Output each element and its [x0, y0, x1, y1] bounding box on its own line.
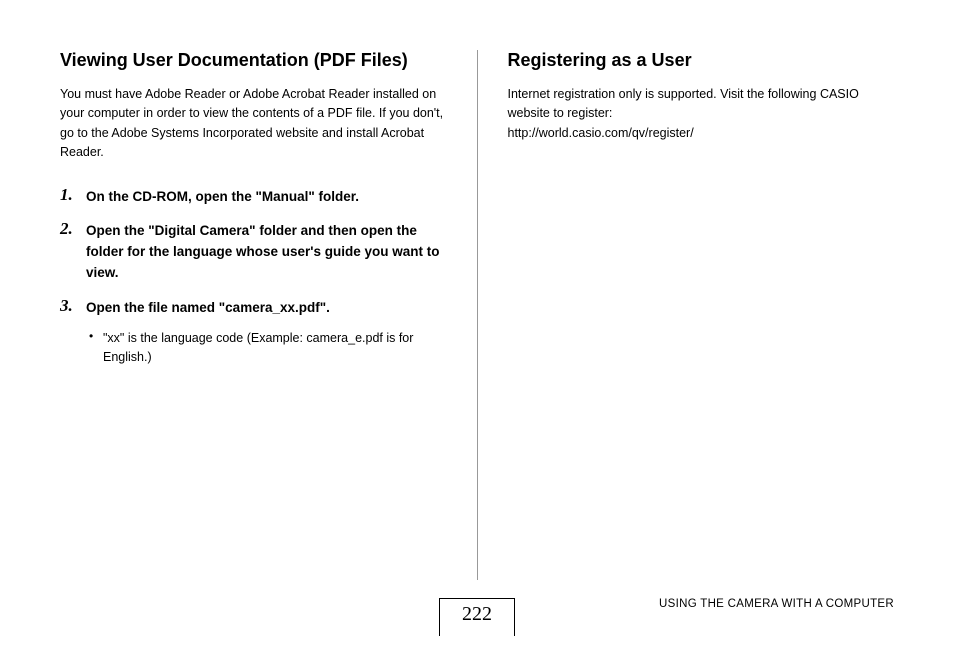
page-number: 222 — [462, 603, 492, 625]
step-number: 2. — [60, 219, 73, 239]
right-intro: Internet registration only is supported.… — [508, 85, 895, 143]
page-number-box: 222 — [439, 598, 515, 636]
page-footer: 222 USING THE CAMERA WITH A COMPUTER — [0, 596, 954, 636]
sub-bullet-text: "xx" is the language code (Example: came… — [103, 331, 413, 364]
footer-section: USING THE CAMERA WITH A COMPUTER — [659, 598, 894, 610]
right-heading: Registering as a User — [508, 50, 895, 71]
step-number: 1. — [60, 185, 73, 205]
step-2: 2. Open the "Digital Camera" folder and … — [60, 221, 447, 284]
steps-list: 1. On the CD-ROM, open the "Manual" fold… — [60, 187, 447, 368]
page-content: Viewing User Documentation (PDF Files) Y… — [60, 50, 894, 570]
left-intro: You must have Adobe Reader or Adobe Acro… — [60, 85, 447, 163]
step-text: On the CD-ROM, open the "Manual" folder. — [86, 189, 359, 204]
left-column: Viewing User Documentation (PDF Files) Y… — [60, 50, 477, 570]
left-heading: Viewing User Documentation (PDF Files) — [60, 50, 447, 71]
sub-bullet: "xx" is the language code (Example: came… — [86, 329, 447, 368]
step-1: 1. On the CD-ROM, open the "Manual" fold… — [60, 187, 447, 208]
step-number: 3. — [60, 296, 73, 316]
step-text: Open the "Digital Camera" folder and the… — [86, 223, 440, 280]
step-3: 3. Open the file named "camera_xx.pdf". … — [60, 298, 447, 368]
right-column: Registering as a User Internet registrat… — [478, 50, 895, 570]
step-text: Open the file named "camera_xx.pdf". — [86, 300, 330, 315]
